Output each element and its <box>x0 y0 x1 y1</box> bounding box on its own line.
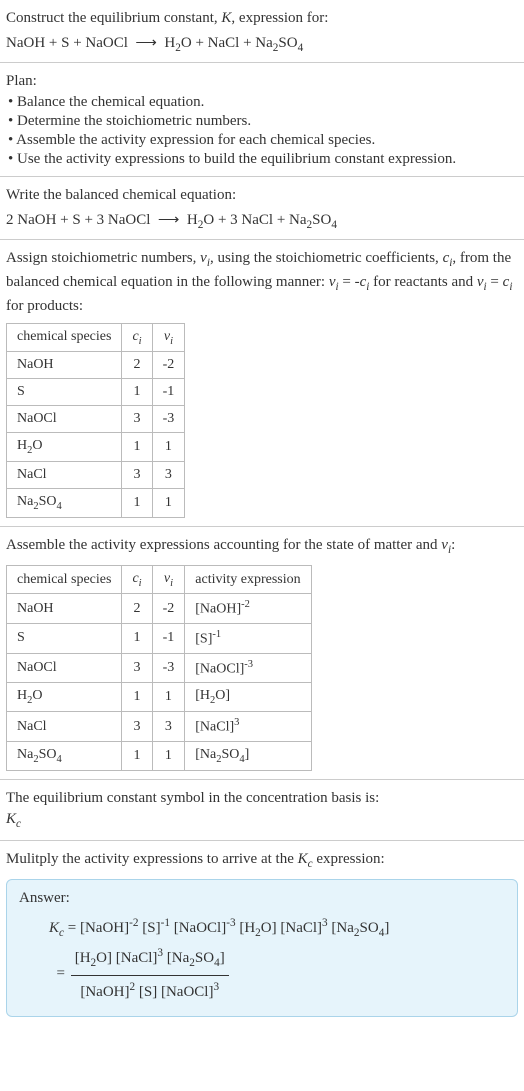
table-row: NaOH2-2[NaOH]-2 <box>7 594 312 624</box>
prompt-prefix: Construct the equilibrium constant, <box>6 10 221 26</box>
species-cell: S <box>7 379 122 406</box>
balanced-title: Write the balanced chemical equation: <box>6 185 518 206</box>
ci-cell: 1 <box>122 741 152 770</box>
vi-cell: -1 <box>152 379 185 406</box>
plan-section: Plan: • Balance the chemical equation. •… <box>0 63 524 177</box>
prompt-section: Construct the equilibrium constant, K, e… <box>0 0 524 63</box>
activity-cell: [NaOCl]-3 <box>185 653 311 683</box>
plan-bullet: • Balance the chemical equation. <box>6 94 518 111</box>
prompt-text: Construct the equilibrium constant, K, e… <box>6 8 518 29</box>
col-species: chemical species <box>7 565 122 594</box>
species-cell: NaOH <box>7 352 122 379</box>
species-cell: NaOH <box>7 594 122 624</box>
species-cell: NaOCl <box>7 653 122 683</box>
col-activity: activity expression <box>185 565 311 594</box>
vi-cell: 1 <box>152 683 185 712</box>
table-row: S1-1 <box>7 379 185 406</box>
plan-bullet: • Determine the stoichiometric numbers. <box>6 113 518 130</box>
species-cell: Na2SO4 <box>7 741 122 770</box>
col-species: chemical species <box>7 323 122 352</box>
species-cell: Na2SO4 <box>7 489 122 518</box>
activity-table: chemical species ci νi activity expressi… <box>6 565 312 771</box>
species-cell: NaCl <box>7 462 122 489</box>
balanced-equation: 2 NaOH + S + 3 NaOCl ⟶ H2O + 3 NaCl + Na… <box>6 210 518 231</box>
assign-text: Assign stoichiometric numbers, νi, using… <box>6 248 518 317</box>
ci-cell: 1 <box>122 489 152 518</box>
vi-cell: -2 <box>152 352 185 379</box>
assign-section: Assign stoichiometric numbers, νi, using… <box>0 240 524 527</box>
species-cell: H2O <box>7 433 122 462</box>
activity-cell: [Na2SO4] <box>185 741 311 770</box>
kc-expression: Kc = [NaOH]-2 [S]-1 [NaOCl]-3 [H2O] [NaC… <box>49 913 505 943</box>
numerator: [H2O] [NaCl]3 [Na2SO4] <box>71 943 229 975</box>
vi-cell: 3 <box>152 462 185 489</box>
activity-cell: [H2O] <box>185 683 311 712</box>
prompt-k: K <box>221 10 231 26</box>
table-row: S1-1[S]-1 <box>7 624 312 654</box>
ci-cell: 3 <box>122 462 152 489</box>
table-row: NaCl33 <box>7 462 185 489</box>
table-header-row: chemical species ci νi activity expressi… <box>7 565 312 594</box>
vi-cell: 1 <box>152 741 185 770</box>
fraction: [H2O] [NaCl]3 [Na2SO4] [NaOH]2 [S] [NaOC… <box>71 943 229 1005</box>
col-ci: ci <box>122 565 152 594</box>
col-ci: ci <box>122 323 152 352</box>
stoich-table: chemical species ci νi NaOH2-2 S1-1 NaOC… <box>6 323 185 518</box>
table-row: NaOH2-2 <box>7 352 185 379</box>
kc-fraction: = [H2O] [NaCl]3 [Na2SO4] [NaOH]2 [S] [Na… <box>49 943 505 1005</box>
kc-symbol-section: The equilibrium constant symbol in the c… <box>0 780 524 842</box>
unbalanced-equation: NaOH + S + NaOCl ⟶ H2O + NaCl + Na2SO4 <box>6 33 518 54</box>
ci-cell: 1 <box>122 624 152 654</box>
vi-cell: -1 <box>152 624 185 654</box>
multiply-section: Mulitply the activity expressions to arr… <box>0 841 524 1024</box>
species-cell: NaOCl <box>7 406 122 433</box>
activity-cell: [NaCl]3 <box>185 712 311 742</box>
activity-text: Assemble the activity expressions accoun… <box>6 535 518 559</box>
ci-cell: 3 <box>122 406 152 433</box>
table-header-row: chemical species ci νi <box>7 323 185 352</box>
ci-cell: 1 <box>122 433 152 462</box>
vi-cell: -3 <box>152 406 185 433</box>
table-row: Na2SO411 <box>7 489 185 518</box>
table-row: Na2SO411[Na2SO4] <box>7 741 312 770</box>
table-row: H2O11 <box>7 433 185 462</box>
kc-symbol: Kc <box>6 809 518 833</box>
plan-bullet: • Assemble the activity expression for e… <box>6 132 518 149</box>
vi-cell: 3 <box>152 712 185 742</box>
kc-symbol-text: The equilibrium constant symbol in the c… <box>6 788 518 809</box>
answer-title: Answer: <box>19 890 505 907</box>
activity-section: Assemble the activity expressions accoun… <box>0 527 524 780</box>
vi-cell: 1 <box>152 489 185 518</box>
col-vi: νi <box>152 565 185 594</box>
table-row: NaOCl3-3 <box>7 406 185 433</box>
ci-cell: 1 <box>122 379 152 406</box>
ci-cell: 2 <box>122 352 152 379</box>
multiply-text: Mulitply the activity expressions to arr… <box>6 849 518 873</box>
plan-bullet: • Use the activity expressions to build … <box>6 151 518 168</box>
ci-cell: 3 <box>122 712 152 742</box>
col-vi: νi <box>152 323 185 352</box>
activity-cell: [NaOH]-2 <box>185 594 311 624</box>
ci-cell: 3 <box>122 653 152 683</box>
table-row: NaCl33[NaCl]3 <box>7 712 312 742</box>
species-cell: H2O <box>7 683 122 712</box>
vi-cell: 1 <box>152 433 185 462</box>
table-row: NaOCl3-3[NaOCl]-3 <box>7 653 312 683</box>
activity-cell: [S]-1 <box>185 624 311 654</box>
species-cell: S <box>7 624 122 654</box>
prompt-suffix: , expression for: <box>231 10 328 26</box>
table-row: H2O11[H2O] <box>7 683 312 712</box>
plan-title: Plan: <box>6 71 518 92</box>
vi-cell: -2 <box>152 594 185 624</box>
ci-cell: 2 <box>122 594 152 624</box>
ci-cell: 1 <box>122 683 152 712</box>
balanced-section: Write the balanced chemical equation: 2 … <box>0 177 524 240</box>
vi-cell: -3 <box>152 653 185 683</box>
species-cell: NaCl <box>7 712 122 742</box>
answer-box: Answer: Kc = [NaOH]-2 [S]-1 [NaOCl]-3 [H… <box>6 879 518 1017</box>
denominator: [NaOH]2 [S] [NaOCl]3 <box>71 976 229 1006</box>
